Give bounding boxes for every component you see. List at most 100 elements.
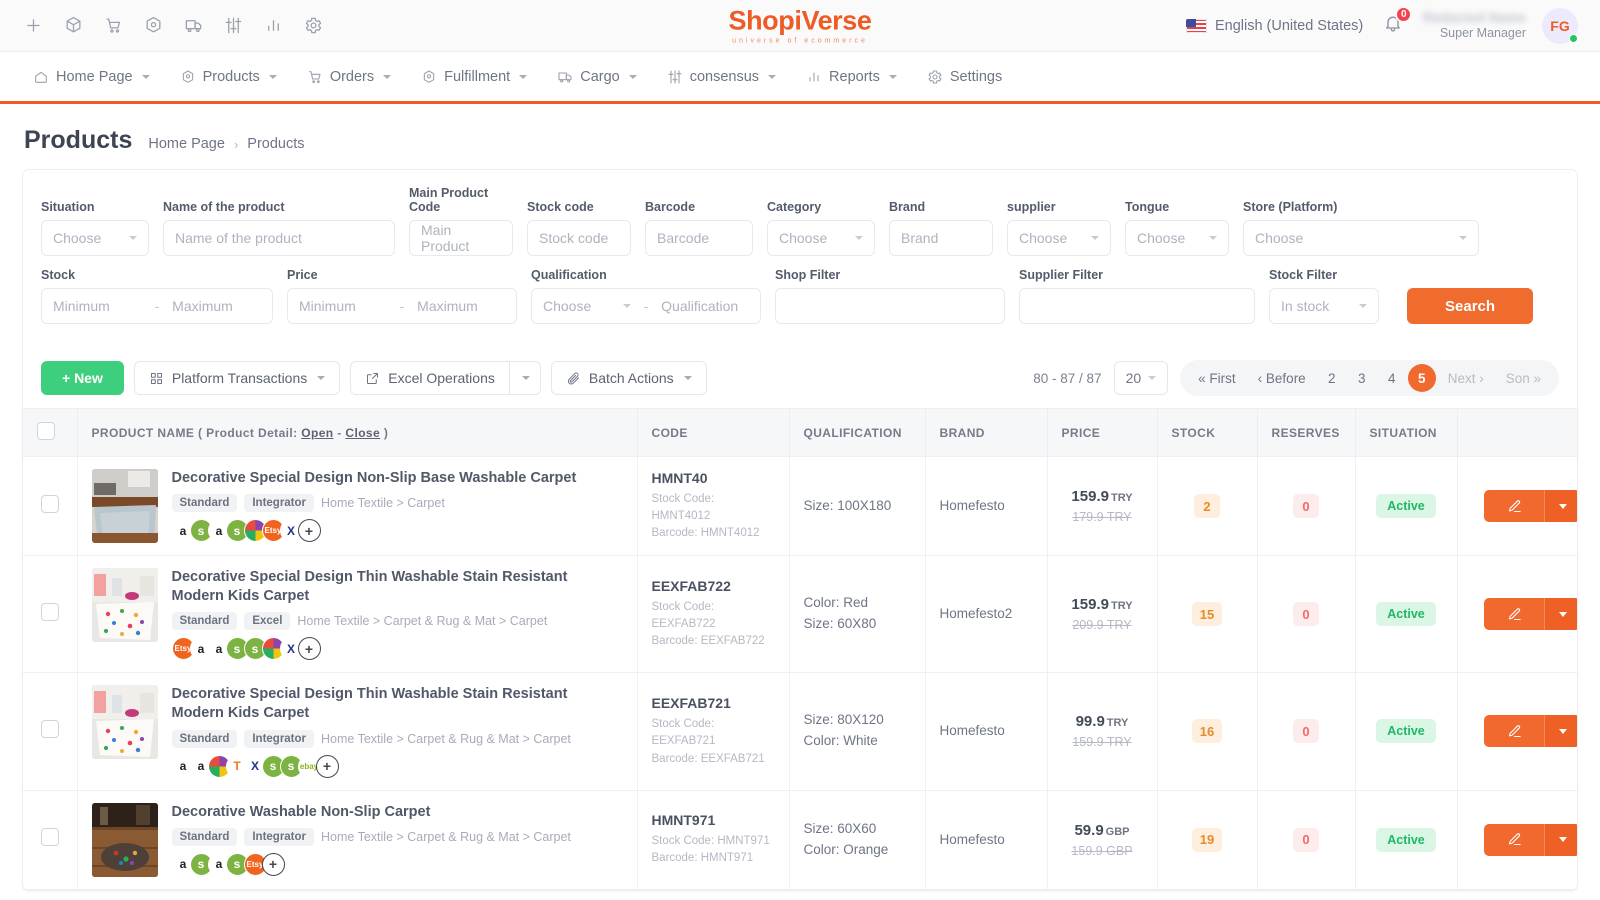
select-all-checkbox[interactable] xyxy=(37,422,55,440)
app-logo[interactable]: ShopiVerse universe of ecommerce xyxy=(728,7,871,45)
product-title[interactable]: Decorative Special Design Thin Washable … xyxy=(172,685,623,723)
package-icon[interactable] xyxy=(62,15,84,37)
nav-item-reports[interactable]: Reports xyxy=(793,61,910,93)
filter-label: Stock Filter xyxy=(1269,268,1338,282)
plus-icon[interactable] xyxy=(22,15,44,37)
tongue-select[interactable]: Choose xyxy=(1125,220,1229,256)
input-placeholder: Maximum xyxy=(172,298,233,314)
search-button[interactable]: Search xyxy=(1407,288,1534,324)
channel-plus-icon[interactable]: + xyxy=(315,754,339,778)
price-original: 209.9 TRY xyxy=(1072,618,1132,633)
reserves-cell: 0 xyxy=(1257,456,1356,556)
nav-item-consensus[interactable]: consensus xyxy=(654,61,789,93)
edit-button[interactable] xyxy=(1484,490,1545,522)
shop-filter-input[interactable] xyxy=(775,288,1005,324)
stock-max-input[interactable]: Maximum xyxy=(161,289,272,323)
supplier-filter-input[interactable] xyxy=(1019,288,1255,324)
stock-min-input[interactable]: Minimum xyxy=(42,289,153,323)
bar-chart-icon[interactable] xyxy=(262,15,284,37)
product-thumbnail[interactable] xyxy=(91,469,158,543)
nav-item-fulfillment[interactable]: Fulfillment xyxy=(408,61,540,93)
open-detail-link[interactable]: Open xyxy=(301,426,333,440)
product-thumbnail[interactable] xyxy=(91,685,158,760)
chevron-down-icon xyxy=(888,74,897,79)
row-actions-dropdown[interactable] xyxy=(1544,715,1577,748)
cube-icon[interactable] xyxy=(142,15,164,37)
platform-transactions-button[interactable]: Platform Transactions xyxy=(133,361,341,395)
select-value: Choose xyxy=(1255,230,1304,246)
price-max-input[interactable]: Maximum xyxy=(406,289,516,323)
stock-code-input[interactable]: Stock code xyxy=(527,220,631,256)
cart-icon[interactable] xyxy=(102,15,124,37)
channel-plus-icon[interactable]: + xyxy=(297,637,321,661)
page-before[interactable]: ‹ Before xyxy=(1248,364,1316,392)
product-name-input[interactable]: Name of the product xyxy=(163,220,395,256)
notifications-button[interactable]: 0 xyxy=(1379,6,1413,40)
row-actions-dropdown[interactable] xyxy=(1544,490,1577,522)
breadcrumb-home[interactable]: Home Page xyxy=(148,136,225,152)
chevron-down-icon xyxy=(768,74,777,79)
category-select[interactable]: Choose xyxy=(767,220,875,256)
edit-icon xyxy=(1508,725,1521,737)
language-selector[interactable]: English (United States) xyxy=(1185,18,1363,34)
channel-plus-icon[interactable]: + xyxy=(261,852,285,876)
product-thumbnail[interactable] xyxy=(91,568,158,642)
product-title[interactable]: Decorative Special Design Thin Washable … xyxy=(172,568,623,606)
page-first[interactable]: « First xyxy=(1188,364,1246,392)
supplier-select[interactable]: Choose xyxy=(1007,220,1111,256)
package-icon xyxy=(182,69,193,83)
excel-operations-button[interactable]: Excel Operations xyxy=(350,361,509,395)
row-actions-dropdown[interactable] xyxy=(1544,598,1577,631)
row-actions-dropdown[interactable] xyxy=(1544,823,1577,856)
filter-row-1: Situation Choose Name of the product Nam… xyxy=(41,186,1559,256)
price-original: 159.9 TRY xyxy=(1072,735,1132,750)
page-size-select[interactable]: 20 xyxy=(1113,361,1169,395)
product-title[interactable]: Decorative Special Design Non-Slip Base … xyxy=(172,469,577,488)
price-min-input[interactable]: Minimum xyxy=(288,289,398,323)
page-last[interactable]: Son » xyxy=(1496,364,1551,392)
nav-item-orders[interactable]: Orders xyxy=(294,61,404,93)
brand-input[interactable]: Brand xyxy=(889,220,993,256)
qualification-select[interactable]: Choose xyxy=(532,289,642,323)
close-detail-link[interactable]: Close xyxy=(345,426,380,440)
row-checkbox[interactable] xyxy=(40,719,59,738)
edit-button[interactable] xyxy=(1484,715,1545,748)
stock-cell: 2 xyxy=(1157,456,1258,556)
page-5-active[interactable]: 5 xyxy=(1407,364,1436,392)
new-product-button[interactable]: + New xyxy=(41,361,124,395)
chevron-down-icon xyxy=(1148,376,1157,380)
channel-plus-icon[interactable]: + xyxy=(297,519,321,543)
barcode-input[interactable]: Barcode xyxy=(645,220,753,256)
page-2[interactable]: 2 xyxy=(1318,364,1346,392)
nav-item-products[interactable]: Products xyxy=(167,61,290,93)
page-next[interactable]: Next › xyxy=(1438,364,1494,392)
row-checkbox[interactable] xyxy=(40,602,59,621)
user-menu[interactable]: Redacted Name Super Manager xyxy=(1423,10,1526,42)
store-platform-select[interactable]: Choose xyxy=(1243,220,1479,256)
input-placeholder: Stock code xyxy=(539,230,609,246)
qualification-input[interactable]: Qualification xyxy=(650,289,760,323)
sliders-icon[interactable] xyxy=(222,15,244,37)
page-3[interactable]: 3 xyxy=(1348,364,1376,392)
select-value: Choose xyxy=(1019,230,1068,246)
edit-button[interactable] xyxy=(1484,598,1545,631)
main-product-code-input[interactable]: Main Product xyxy=(409,220,513,256)
edit-button[interactable] xyxy=(1484,823,1545,856)
row-checkbox[interactable] xyxy=(40,494,59,513)
nav-item-settings[interactable]: Settings xyxy=(914,61,1015,93)
input-placeholder: Main Product xyxy=(421,222,470,254)
gear-icon[interactable] xyxy=(302,15,324,37)
page-4[interactable]: 4 xyxy=(1378,364,1406,392)
nav-item-home-page[interactable]: Home Page xyxy=(20,61,163,93)
row-checkbox[interactable] xyxy=(40,828,59,846)
situation-select[interactable]: Choose xyxy=(41,220,149,256)
batch-actions-button[interactable]: Batch Actions xyxy=(550,361,707,395)
product-title[interactable]: Decorative Washable Non-Slip Carpet xyxy=(172,803,571,822)
nav-item-cargo[interactable]: Cargo xyxy=(544,61,650,93)
avatar[interactable]: FG xyxy=(1542,7,1578,44)
product-thumbnail[interactable] xyxy=(91,802,158,877)
actions-cell xyxy=(1457,790,1577,890)
stock-filter-select[interactable]: In stock xyxy=(1269,288,1379,324)
truck-icon[interactable] xyxy=(182,15,204,37)
excel-operations-dropdown[interactable] xyxy=(508,361,541,395)
